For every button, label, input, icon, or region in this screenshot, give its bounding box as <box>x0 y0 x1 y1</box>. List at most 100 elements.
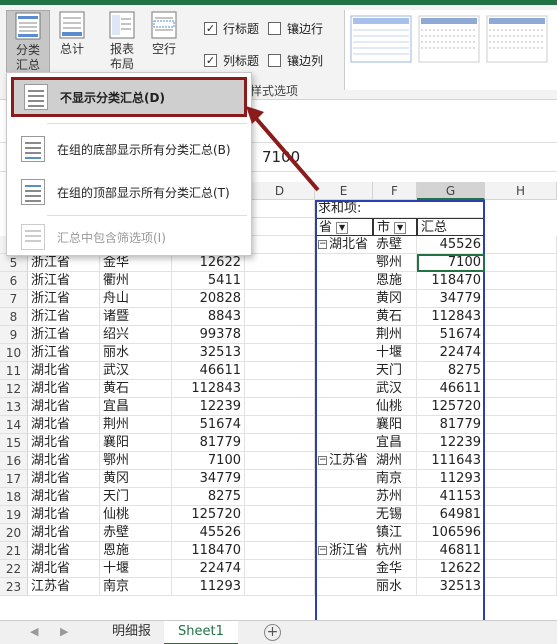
cell[interactable] <box>485 236 557 254</box>
pivot-sum[interactable]: 11293 <box>417 470 485 488</box>
cell-amount[interactable]: 7100 <box>172 452 245 470</box>
pivot-province[interactable] <box>315 326 373 344</box>
cell[interactable] <box>245 218 315 236</box>
cell-province[interactable]: 湖北省 <box>28 452 100 470</box>
pivot-province[interactable]: − 江苏省 <box>315 452 373 470</box>
column-headers-checkbox[interactable]: ✓ 列标题 <box>204 52 259 69</box>
cell-city[interactable]: 舟山 <box>100 290 172 308</box>
pivot-sum[interactable]: 118470 <box>417 272 485 290</box>
pivot-sum[interactable]: 112843 <box>417 308 485 326</box>
grand-totals-button[interactable]: 总计 <box>56 10 88 76</box>
column-header-e[interactable]: E <box>315 182 373 200</box>
column-header-g[interactable]: G <box>417 182 485 200</box>
pivot-city[interactable]: 宜昌 <box>373 434 417 452</box>
pivot-city[interactable]: 天门 <box>373 362 417 380</box>
cell[interactable] <box>485 362 557 380</box>
cell[interactable] <box>485 452 557 470</box>
pivot-province[interactable] <box>315 488 373 506</box>
cell-province[interactable]: 湖北省 <box>28 542 100 560</box>
cell-amount[interactable]: 5411 <box>172 272 245 290</box>
cell-province[interactable]: 浙江省 <box>28 308 100 326</box>
column-header-h[interactable]: H <box>485 182 557 200</box>
cell[interactable] <box>245 506 315 524</box>
cell-province[interactable]: 浙江省 <box>28 344 100 362</box>
pivot-city[interactable]: 镇江 <box>373 524 417 542</box>
cell-city[interactable]: 丽水 <box>100 344 172 362</box>
pivot-sum[interactable]: 51674 <box>417 326 485 344</box>
cell-city[interactable]: 恩施 <box>100 542 172 560</box>
pivot-province[interactable] <box>315 344 373 362</box>
pivot-city[interactable]: 无锡 <box>373 506 417 524</box>
row-number[interactable]: 17 <box>0 470 28 488</box>
row-number[interactable]: 9 <box>0 326 28 344</box>
pivot-province[interactable] <box>315 290 373 308</box>
collapse-icon[interactable]: − <box>318 240 327 249</box>
row-number[interactable]: 10 <box>0 344 28 362</box>
pivot-province[interactable] <box>315 254 373 272</box>
sheet-tab-detail[interactable]: 明细报 <box>98 621 165 644</box>
cell-amount[interactable]: 11293 <box>172 578 245 596</box>
cell-city[interactable]: 襄阳 <box>100 434 172 452</box>
cell-city[interactable]: 黄冈 <box>100 470 172 488</box>
cell-city[interactable]: 武汉 <box>100 362 172 380</box>
pivot-sum[interactable]: 12239 <box>417 434 485 452</box>
pivot-sum[interactable]: 46811 <box>417 542 485 560</box>
cell[interactable] <box>485 506 557 524</box>
pivot-sum[interactable]: 125720 <box>417 398 485 416</box>
banded-rows-checkbox[interactable]: 镶边行 <box>268 20 323 37</box>
cell[interactable] <box>245 380 315 398</box>
cell[interactable] <box>485 272 557 290</box>
row-number[interactable]: 6 <box>0 272 28 290</box>
pivot-city[interactable]: 杭州 <box>373 542 417 560</box>
pivot-sum[interactable]: 34779 <box>417 290 485 308</box>
pivot-sum[interactable]: 111643 <box>417 452 485 470</box>
cell[interactable] <box>485 434 557 452</box>
cell-province[interactable]: 湖北省 <box>28 416 100 434</box>
pivot-sum[interactable]: 45526 <box>417 236 485 254</box>
sheet-tab-sheet1[interactable]: Sheet1 <box>164 621 238 644</box>
cell-province[interactable]: 湖北省 <box>28 398 100 416</box>
pivot-sum[interactable]: 8275 <box>417 362 485 380</box>
cell-city[interactable]: 荆州 <box>100 416 172 434</box>
cell-amount[interactable]: 32513 <box>172 344 245 362</box>
filter-dropdown-icon[interactable]: ▼ <box>394 221 407 234</box>
pivot-province[interactable] <box>315 560 373 578</box>
cell[interactable] <box>245 470 315 488</box>
pivot-province[interactable]: − 浙江省 <box>315 542 373 560</box>
show-subtotals-top-option[interactable]: 在组的顶部显示所有分类汇总(T) <box>11 172 247 212</box>
column-header-f[interactable]: F <box>373 182 417 200</box>
cell[interactable] <box>245 272 315 290</box>
cell-city[interactable]: 赤壁 <box>100 524 172 542</box>
row-number[interactable]: 16 <box>0 452 28 470</box>
collapse-icon[interactable]: − <box>318 546 327 555</box>
pivot-city[interactable]: 黄冈 <box>373 290 417 308</box>
pivot-city[interactable]: 金华 <box>373 560 417 578</box>
cell-province[interactable]: 湖北省 <box>28 380 100 398</box>
cell[interactable] <box>245 578 315 596</box>
row-number[interactable]: 8 <box>0 308 28 326</box>
cell[interactable] <box>245 398 315 416</box>
cell-province[interactable]: 浙江省 <box>28 272 100 290</box>
pivot-province[interactable]: − 湖北省 <box>315 236 373 254</box>
cell[interactable] <box>485 488 557 506</box>
pivot-sum[interactable]: 41153 <box>417 488 485 506</box>
pivot-province[interactable] <box>315 506 373 524</box>
row-headers-checkbox[interactable]: ✓ 行标题 <box>204 20 259 37</box>
pivot-city[interactable]: 武汉 <box>373 380 417 398</box>
cell[interactable] <box>245 254 315 272</box>
cell[interactable] <box>245 326 315 344</box>
cell-amount[interactable]: 45526 <box>172 524 245 542</box>
pivot-city[interactable]: 仙桃 <box>373 398 417 416</box>
row-number[interactable]: 7 <box>0 290 28 308</box>
cell-city[interactable]: 诸暨 <box>100 308 172 326</box>
cell[interactable] <box>485 380 557 398</box>
cell-province[interactable]: 湖北省 <box>28 524 100 542</box>
cell-city[interactable]: 衢州 <box>100 272 172 290</box>
cell-province[interactable]: 湖北省 <box>28 362 100 380</box>
do-not-show-subtotals-option[interactable]: 不显示分类汇总(D) <box>11 77 247 117</box>
pivot-city[interactable]: 黄石 <box>373 308 417 326</box>
pivot-styles-gallery[interactable] <box>344 10 557 90</box>
pivot-city[interactable]: 苏州 <box>373 488 417 506</box>
cell-amount[interactable]: 99378 <box>172 326 245 344</box>
pivot-province[interactable] <box>315 308 373 326</box>
